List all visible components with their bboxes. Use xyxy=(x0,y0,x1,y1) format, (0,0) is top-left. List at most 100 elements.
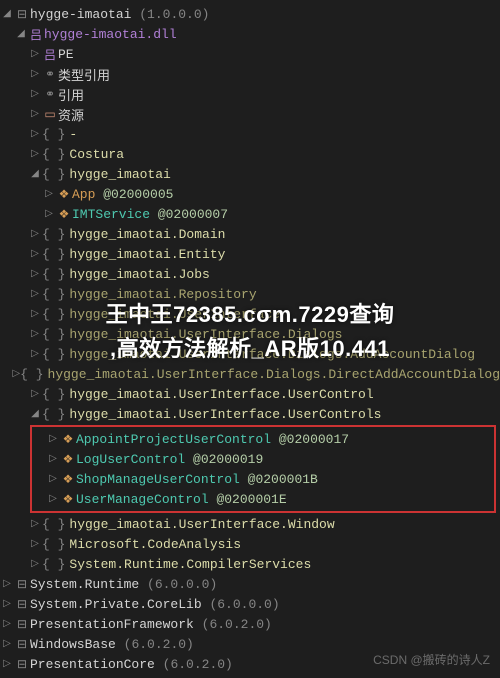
asm-name: hygge-imaotai xyxy=(30,7,131,22)
link-icon: ⚭ xyxy=(42,87,58,102)
chevron-right-icon: ▷ xyxy=(28,538,42,550)
pe-label: PE xyxy=(58,47,74,62)
chevron-right-icon: ▷ xyxy=(0,598,14,610)
link-icon: ⚭ xyxy=(42,67,58,82)
chevron-down-icon: ◢ xyxy=(14,28,28,40)
chevron-right-icon: ▷ xyxy=(0,638,14,650)
ns-costura[interactable]: ▷ { } Costura xyxy=(0,144,500,164)
folder-icon: ▭ xyxy=(42,107,58,122)
chevron-down-icon: ◢ xyxy=(28,408,42,420)
chevron-right-icon: ▷ xyxy=(28,68,42,80)
chevron-right-icon: ▷ xyxy=(0,658,14,670)
chevron-right-icon: ▷ xyxy=(46,433,60,445)
refs-label: 引用 xyxy=(58,85,84,104)
asm-pf[interactable]: ▷⊟PresentationFramework (6.0.2.0) xyxy=(0,614,500,634)
ns-dash[interactable]: ▷ { } - xyxy=(0,124,500,144)
asm-ver xyxy=(131,7,139,22)
chevron-right-icon: ▷ xyxy=(28,128,42,140)
class-imtservice[interactable]: ▷ ❖ IMTService @02000007 xyxy=(0,204,500,224)
chevron-down-icon: ◢ xyxy=(0,8,14,20)
chevron-right-icon: ▷ xyxy=(28,308,42,320)
assembly-icon: ⊟ xyxy=(14,617,30,632)
assembly-icon: ⊟ xyxy=(14,7,30,22)
highlighted-group: ▷ ❖ AppointProjectUserControl @02000017 … xyxy=(30,425,496,513)
typerefs-label: 类型引用 xyxy=(58,65,110,84)
braces-icon: { } xyxy=(42,327,65,342)
chevron-right-icon: ▷ xyxy=(28,268,42,280)
braces-icon: { } xyxy=(42,537,65,552)
braces-icon: { } xyxy=(42,347,65,362)
ns-directadd[interactable]: ▷{ }hygge_imaotai.UserInterface.Dialogs.… xyxy=(0,364,500,384)
chevron-right-icon: ▷ xyxy=(28,288,42,300)
class-icon: ❖ xyxy=(60,472,76,487)
dll-name: hygge-imaotai.dll xyxy=(44,27,177,42)
braces-icon: { } xyxy=(42,267,65,282)
chevron-right-icon: ▷ xyxy=(28,558,42,570)
braces-icon: { } xyxy=(42,407,65,422)
chevron-right-icon: ▷ xyxy=(28,88,42,100)
asm-sr[interactable]: ▷⊟System.Runtime (6.0.0.0) xyxy=(0,574,500,594)
braces-icon: { } xyxy=(42,127,65,142)
chevron-right-icon: ▷ xyxy=(28,518,42,530)
braces-icon: { } xyxy=(42,387,65,402)
class-icon: ❖ xyxy=(56,207,72,222)
braces-icon: { } xyxy=(42,307,65,322)
class-icon: ❖ xyxy=(60,452,76,467)
resources-label: 资源 xyxy=(58,105,84,124)
class-user[interactable]: ▷ ❖ UserManageControl @0200001E xyxy=(32,489,494,509)
class-icon: ❖ xyxy=(56,187,72,202)
ns-msca[interactable]: ▷{ }Microsoft.CodeAnalysis xyxy=(0,534,500,554)
braces-icon: { } xyxy=(42,147,65,162)
ns-uc2[interactable]: ◢{ }hygge_imaotai.UserInterface.UserCont… xyxy=(0,404,500,424)
assembly-icon: ⊟ xyxy=(14,657,30,672)
chevron-right-icon: ▷ xyxy=(28,328,42,340)
ns-entity[interactable]: ▷{ }hygge_imaotai.Entity xyxy=(0,244,500,264)
ns-domain[interactable]: ▷{ }hygge_imaotai.Domain xyxy=(0,224,500,244)
class-app[interactable]: ▷ ❖ App @02000005 xyxy=(0,184,500,204)
chevron-right-icon: ▷ xyxy=(46,453,60,465)
braces-icon: { } xyxy=(42,557,65,572)
ns-window[interactable]: ▷{ }hygge_imaotai.UserInterface.Window xyxy=(0,514,500,534)
braces-icon: { } xyxy=(20,367,43,382)
pe-node[interactable]: ▷ 吕 PE xyxy=(0,44,500,64)
pe-icon: 吕 xyxy=(42,46,58,63)
asm-spcl[interactable]: ▷⊟System.Private.CoreLib (6.0.0.0) xyxy=(0,594,500,614)
ns-main[interactable]: ◢ { } hygge_imaotai xyxy=(0,164,500,184)
chevron-right-icon: ▷ xyxy=(28,348,42,360)
chevron-right-icon: ▷ xyxy=(28,148,42,160)
typerefs-node[interactable]: ▷ ⚭ 类型引用 xyxy=(0,64,500,84)
ns-ui[interactable]: ▷{ }hygge_imaotai.UserInterface xyxy=(0,304,500,324)
ns-srcs[interactable]: ▷{ }System.Runtime.CompilerServices xyxy=(0,554,500,574)
class-log[interactable]: ▷ ❖ LogUserControl @02000019 xyxy=(32,449,494,469)
braces-icon: { } xyxy=(42,227,65,242)
class-shop[interactable]: ▷ ❖ ShopManageUserControl @0200001B xyxy=(32,469,494,489)
resources-node[interactable]: ▷ ▭ 资源 xyxy=(0,104,500,124)
chevron-right-icon: ▷ xyxy=(0,578,14,590)
chevron-down-icon: ◢ xyxy=(28,168,42,180)
ns-uc1[interactable]: ▷{ }hygge_imaotai.UserInterface.UserCont… xyxy=(0,384,500,404)
class-appoint[interactable]: ▷ ❖ AppointProjectUserControl @02000017 xyxy=(32,429,494,449)
braces-icon: { } xyxy=(42,167,65,182)
ns-jobs[interactable]: ▷{ }hygge_imaotai.Jobs xyxy=(0,264,500,284)
assembly-icon: ⊟ xyxy=(14,577,30,592)
chevron-right-icon: ▷ xyxy=(42,188,56,200)
chevron-right-icon: ▷ xyxy=(46,473,60,485)
chevron-right-icon: ▷ xyxy=(28,228,42,240)
assembly-icon: ⊟ xyxy=(14,597,30,612)
braces-icon: { } xyxy=(42,247,65,262)
module-icon: 吕 xyxy=(28,26,44,43)
refs-node[interactable]: ▷ ⚭ 引用 xyxy=(0,84,500,104)
dll-node[interactable]: ◢ 吕 hygge-imaotai.dll xyxy=(0,24,500,44)
chevron-right-icon: ▷ xyxy=(28,48,42,60)
tree-view: ◢ ⊟ hygge-imaotai (1.0.0.0) ◢ 吕 hygge-im… xyxy=(0,0,500,678)
class-icon: ❖ xyxy=(60,492,76,507)
chevron-right-icon: ▷ xyxy=(12,368,20,380)
ns-repo[interactable]: ▷{ }hygge_imaotai.Repository xyxy=(0,284,500,304)
braces-icon: { } xyxy=(42,517,65,532)
ns-adddlg[interactable]: ▷{ }hygge_imaotai.UserInterface.Dialogs.… xyxy=(0,344,500,364)
chevron-right-icon: ▷ xyxy=(28,108,42,120)
ns-dialogs[interactable]: ▷{ }hygge_imaotai.UserInterface.Dialogs xyxy=(0,324,500,344)
chevron-right-icon: ▷ xyxy=(28,388,42,400)
class-icon: ❖ xyxy=(60,432,76,447)
asm-root[interactable]: ◢ ⊟ hygge-imaotai (1.0.0.0) xyxy=(0,4,500,24)
